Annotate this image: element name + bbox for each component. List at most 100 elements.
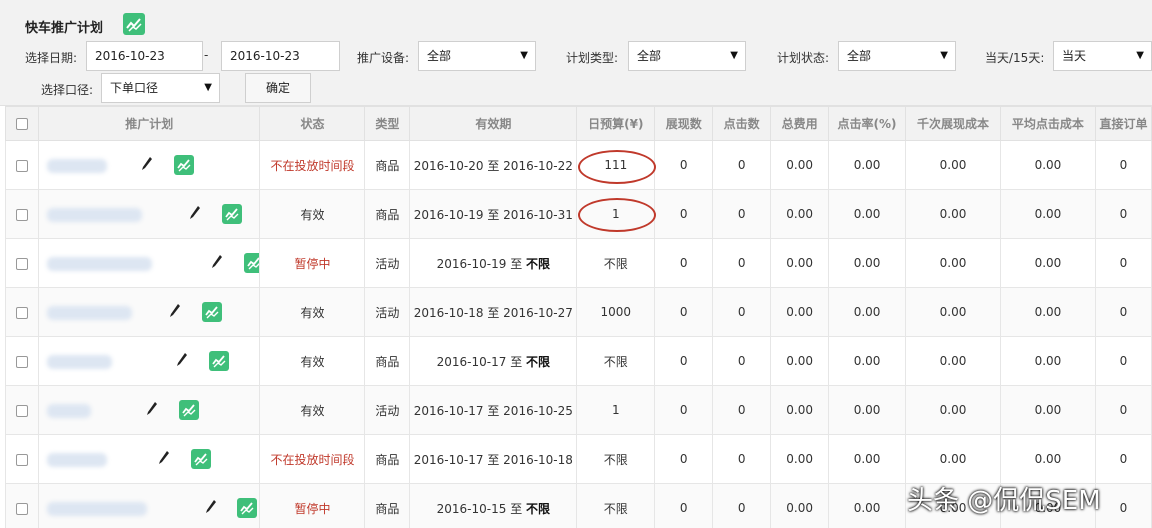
table-row[interactable]: 有效 活动 2016-10-18 至 2016-10-27 1000 0 0 0.00 0.0… [5, 287, 1152, 337]
table-row[interactable]: 有效 商品 2016-10-19 至 2016-10-31 1 0 0 0.00 0.00 0.… [5, 189, 1152, 239]
budget-cell[interactable]: 1 [576, 385, 656, 435]
plan-name-cell[interactable] [37, 287, 261, 337]
checkbox-icon[interactable] [15, 355, 28, 368]
col-header-type[interactable]: 类型 [364, 106, 411, 141]
checkbox-icon[interactable] [15, 118, 28, 130]
redacted-plan-name[interactable] [46, 453, 107, 467]
row-checkbox-cell[interactable] [5, 140, 39, 190]
row-checkbox-cell[interactable] [5, 483, 39, 528]
trend-chart-icon[interactable] [208, 351, 229, 371]
plan-name-cell[interactable] [37, 483, 261, 528]
edit-pencil-icon[interactable] [158, 450, 170, 466]
edit-pencil-icon[interactable] [211, 254, 223, 270]
period-end: 2016-10-18 [503, 452, 573, 467]
col-header-budget[interactable]: 日预算(¥) [576, 106, 656, 141]
checkbox-icon[interactable] [15, 306, 28, 319]
clicks-cell: 0 [712, 140, 772, 190]
trend-chart-icon[interactable] [173, 155, 194, 175]
plan-name-cell[interactable] [37, 385, 261, 435]
redacted-plan-name[interactable] [46, 355, 112, 369]
cpm-cell: 0.00 [905, 189, 1001, 239]
row-checkbox-cell[interactable] [5, 189, 39, 239]
col-header-impressions[interactable]: 展现数 [654, 106, 714, 141]
edit-pencil-icon[interactable] [205, 499, 217, 515]
col-header-clicks[interactable]: 点击数 [712, 106, 772, 141]
trend-chart-icon[interactable] [236, 498, 257, 518]
table-row[interactable]: 不在投放时间段 商品 2016-10-20 至 2016-10-22 111 0 0 0.0… [5, 140, 1152, 190]
col-header-cost[interactable]: 总费用 [770, 106, 830, 141]
period-end: 2016-10-25 [503, 403, 573, 418]
trend-chart-icon[interactable] [243, 253, 259, 273]
plan-name-cell[interactable] [37, 238, 261, 288]
cpc-cell: 0.00 [999, 189, 1096, 239]
row-checkbox-cell[interactable] [5, 238, 39, 288]
table-row[interactable]: 不在投放时间段 商品 2016-10-17 至 2016-10-18 不限 0 0 0.00… [5, 434, 1152, 484]
col-header-status[interactable]: 状态 [259, 106, 366, 141]
checkbox-icon[interactable] [15, 502, 28, 515]
budget-cell[interactable]: 不限 [576, 483, 656, 528]
checkbox-icon[interactable] [15, 257, 28, 270]
device-select-value: 全部 [427, 49, 452, 63]
redacted-plan-name[interactable] [46, 404, 91, 418]
period-cell: 2016-10-17 至 2016-10-25 [409, 385, 578, 435]
table-row[interactable]: 有效 商品 2016-10-17 至 不限 不限 0 0 0.00 0.00 0.00 0.00 0 [5, 336, 1152, 386]
period-select[interactable]: 当天 ▼ [1053, 41, 1152, 71]
period-separator: 至 [487, 305, 500, 320]
edit-pencil-icon[interactable] [189, 205, 201, 221]
budget-cell[interactable]: 111 [576, 140, 656, 190]
redacted-plan-name[interactable] [46, 208, 142, 222]
dropdown-caret-icon: ▼ [940, 50, 948, 61]
edit-pencil-icon[interactable] [176, 352, 188, 368]
col-header-orders[interactable]: 直接订单 [1094, 106, 1152, 141]
plan-name-cell[interactable] [37, 434, 261, 484]
date-end-input[interactable]: 2016-10-23 [221, 41, 340, 71]
redacted-plan-name[interactable] [46, 257, 152, 271]
plan-type-select[interactable]: 全部 ▼ [628, 41, 746, 71]
ctr-cell: 0.00 [828, 336, 907, 386]
budget-cell[interactable]: 1000 [576, 287, 656, 337]
edit-pencil-icon[interactable] [141, 156, 153, 172]
budget-cell[interactable]: 不限 [576, 238, 656, 288]
cost-cell: 0.00 [770, 140, 830, 190]
budget-cell[interactable]: 不限 [576, 434, 656, 484]
redacted-plan-name[interactable] [46, 159, 107, 173]
plan-status-select[interactable]: 全部 ▼ [838, 41, 956, 71]
col-header-ctr[interactable]: 点击率(%) [828, 106, 907, 141]
trend-chart-icon[interactable] [201, 302, 222, 322]
checkbox-icon[interactable] [15, 208, 28, 221]
trend-chart-icon[interactable] [178, 400, 199, 420]
confirm-button[interactable]: 确定 [245, 73, 311, 103]
table-row[interactable]: 有效 活动 2016-10-17 至 2016-10-25 1 0 0 0.00 0.00 0.… [5, 385, 1152, 435]
edit-pencil-icon[interactable] [146, 401, 158, 417]
checkbox-icon[interactable] [15, 453, 28, 466]
trend-chart-icon[interactable] [190, 449, 211, 469]
col-header-period[interactable]: 有效期 [409, 106, 578, 141]
ctr-cell: 0.00 [828, 483, 907, 528]
checkbox-icon[interactable] [15, 404, 28, 417]
row-checkbox-cell[interactable] [5, 385, 39, 435]
col-header-cpm[interactable]: 千次展现成本 [905, 106, 1001, 141]
redacted-plan-name[interactable] [46, 306, 132, 320]
trend-chart-icon[interactable] [221, 204, 242, 224]
edit-pencil-icon[interactable] [169, 303, 181, 319]
table-row[interactable]: 暂停中 活动 2016-10-19 至 不限 不限 0 0 0.00 0.00 0.00 0.00… [5, 238, 1152, 288]
row-checkbox-cell[interactable] [5, 336, 39, 386]
trend-chart-icon[interactable] [123, 13, 145, 35]
checkbox-icon[interactable] [15, 159, 28, 172]
plan-name-cell[interactable] [37, 336, 261, 386]
plan-name-cell[interactable] [37, 189, 261, 239]
row-checkbox-cell[interactable] [5, 434, 39, 484]
plan-name-cell[interactable] [37, 140, 261, 190]
col-header-plan[interactable]: 推广计划 [37, 106, 261, 141]
impressions-cell: 0 [654, 287, 714, 337]
select-all-cell[interactable] [5, 106, 39, 141]
row-checkbox-cell[interactable] [5, 287, 39, 337]
budget-cell[interactable]: 1 [576, 189, 656, 239]
device-select[interactable]: 全部 ▼ [418, 41, 536, 71]
redacted-plan-name[interactable] [46, 502, 147, 516]
col-header-cpc[interactable]: 平均点击成本 [999, 106, 1096, 141]
date-start-input[interactable]: 2016-10-23 [86, 41, 203, 71]
caliber-select[interactable]: 下单口径 ▼ [101, 73, 220, 103]
ctr-cell: 0.00 [828, 140, 907, 190]
budget-cell[interactable]: 不限 [576, 336, 656, 386]
